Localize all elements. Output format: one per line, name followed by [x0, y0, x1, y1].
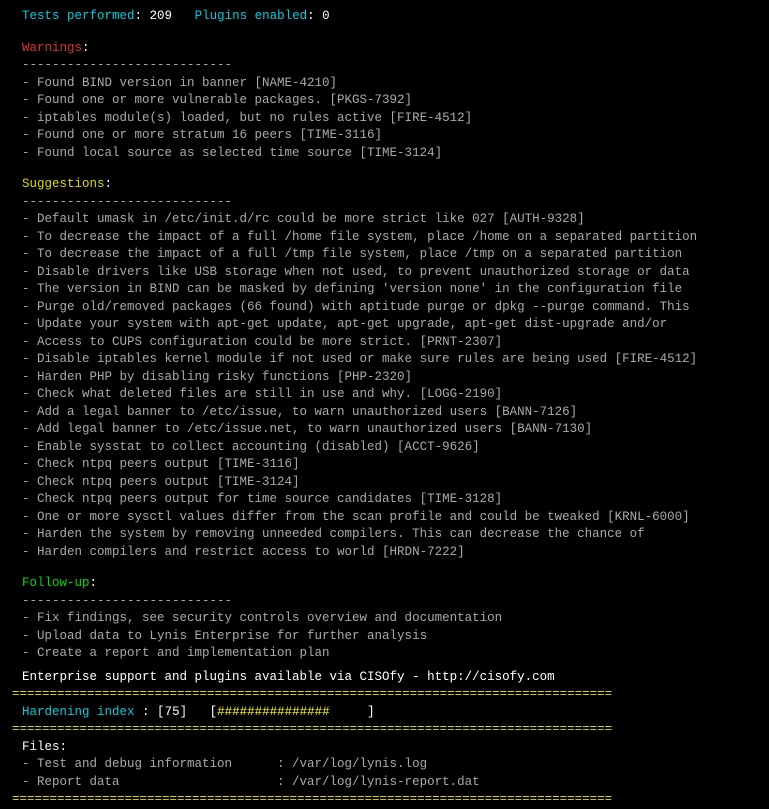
followup-title: Follow-up — [22, 576, 90, 590]
file-item: - Report data : /var/log/lynis-report.da… — [22, 774, 757, 792]
followup-header: Follow-up: — [12, 575, 757, 593]
files-header: Files: — [12, 739, 757, 757]
list-item: - Upload data to Lynis Enterprise for fu… — [22, 628, 757, 646]
list-item: - Check ntpq peers output [TIME-3124] — [22, 474, 757, 492]
list-item: - Access to CUPS configuration could be … — [22, 334, 757, 352]
suggestions-header: Suggestions: — [12, 176, 757, 194]
hardening-value: 75 — [165, 705, 180, 719]
list-item: - One or more sysctl values differ from … — [22, 509, 757, 527]
warnings-header: Warnings: — [12, 40, 757, 58]
list-item: - Check ntpq peers output [TIME-3116] — [22, 456, 757, 474]
plugins-count: 0 — [322, 9, 330, 23]
separator-eq: ========================================… — [12, 721, 757, 739]
list-item: - Enable sysstat to collect accounting (… — [22, 439, 757, 457]
tests-count: 209 — [150, 9, 173, 23]
files-list: - Test and debug information : /var/log/… — [12, 756, 757, 791]
list-item: - Fix findings, see security controls ov… — [22, 610, 757, 628]
warnings-list: - Found BIND version in banner [NAME-421… — [12, 75, 757, 163]
list-item: - Default umask in /etc/init.d/rc could … — [22, 211, 757, 229]
plugins-label: Plugins enabled — [195, 9, 308, 23]
tests-label: Tests performed — [22, 9, 135, 23]
list-item: - The version in BIND can be masked by d… — [22, 281, 757, 299]
list-item: - Check ntpq peers output for time sourc… — [22, 491, 757, 509]
list-item: - Disable iptables kernel module if not … — [22, 351, 757, 369]
terminal-output: Tests performed: 209 Plugins enabled: 0 … — [12, 8, 757, 809]
followup-list: - Fix findings, see security controls ov… — [12, 610, 757, 663]
hardening-bar: ############### — [217, 705, 330, 719]
list-item: - Disable drivers like USB storage when … — [22, 264, 757, 282]
separator-eq: ========================================… — [12, 791, 757, 809]
suggestions-list: - Default umask in /etc/init.d/rc could … — [12, 211, 757, 561]
list-item: - To decrease the impact of a full /home… — [22, 229, 757, 247]
list-item: - Check what deleted files are still in … — [22, 386, 757, 404]
hardening-bar-empty — [330, 705, 368, 719]
list-item: - To decrease the impact of a full /tmp … — [22, 246, 757, 264]
separator: ---------------------------- — [12, 593, 757, 611]
separator: ---------------------------- — [12, 57, 757, 75]
hardening-label: Hardening index — [22, 705, 135, 719]
list-item: - Found local source as selected time so… — [22, 145, 757, 163]
separator-eq: ========================================… — [12, 686, 757, 704]
enterprise-note: Enterprise support and plugins available… — [12, 669, 757, 687]
warnings-title: Warnings — [22, 41, 82, 55]
list-item: - Harden the system by removing unneeded… — [22, 526, 757, 544]
list-item: - Found one or more vulnerable packages.… — [22, 92, 757, 110]
list-item: - Create a report and implementation pla… — [22, 645, 757, 663]
list-item: - Found one or more stratum 16 peers [TI… — [22, 127, 757, 145]
list-item: - Purge old/removed packages (66 found) … — [22, 299, 757, 317]
list-item: - Found BIND version in banner [NAME-421… — [22, 75, 757, 93]
separator: ---------------------------- — [12, 194, 757, 212]
list-item: - Update your system with apt-get update… — [22, 316, 757, 334]
list-item: - Harden compilers and restrict access t… — [22, 544, 757, 562]
suggestions-title: Suggestions — [22, 177, 105, 191]
list-item: - Add legal banner to /etc/issue.net, to… — [22, 421, 757, 439]
files-title: Files — [22, 740, 60, 754]
list-item: - iptables module(s) loaded, but no rule… — [22, 110, 757, 128]
list-item: - Add a legal banner to /etc/issue, to w… — [22, 404, 757, 422]
list-item: - Harden PHP by disabling risky function… — [22, 369, 757, 387]
file-item: - Test and debug information : /var/log/… — [22, 756, 757, 774]
header-stats: Tests performed: 209 Plugins enabled: 0 — [12, 8, 757, 26]
hardening-line: Hardening index : [75] [############### … — [12, 704, 757, 722]
